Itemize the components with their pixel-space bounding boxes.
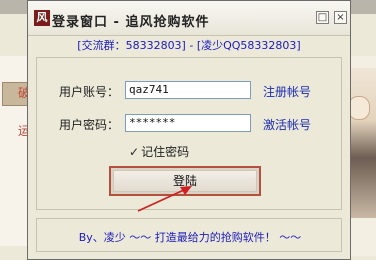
login-dialog: 风 登录窗口 - 追风抢购软件 □ × [交流群：58332803] - [凌少… — [27, 0, 351, 260]
remember-password-label: 记住密码 — [141, 145, 190, 159]
window-title: 登录窗口 - 追风抢购软件 — [52, 15, 210, 30]
footer-panel: By、凌少 〜〜 打造最给力的抢购软件！ 〜〜 — [36, 218, 342, 252]
account-input[interactable]: qaz741 — [125, 81, 251, 99]
activate-link[interactable]: 激活帐号 — [263, 116, 311, 133]
footer-slogan: By、凌少 〜〜 打造最给力的抢购软件！ 〜〜 — [78, 231, 302, 244]
close-button[interactable]: × — [334, 11, 347, 24]
background-artwork-face — [348, 96, 370, 120]
minimize-button[interactable]: □ — [316, 11, 329, 24]
red-arrow-icon — [137, 186, 192, 212]
app-icon: 风 — [34, 10, 50, 26]
checkmark-icon: ✓ — [129, 145, 140, 159]
password-label: 用户密码： — [59, 118, 120, 132]
group-contact-line: [交流群：58332803] - [凌少QQ58332803] — [77, 39, 301, 52]
remember-password-checkbox[interactable]: ✓ 记住密码 — [129, 143, 189, 160]
password-input[interactable]: ******* — [125, 114, 251, 132]
register-link[interactable]: 注册帐号 — [263, 83, 311, 100]
title-bar[interactable]: 风 登录窗口 - 追风抢购软件 □ × — [28, 1, 350, 36]
account-label: 用户账号： — [59, 85, 120, 99]
